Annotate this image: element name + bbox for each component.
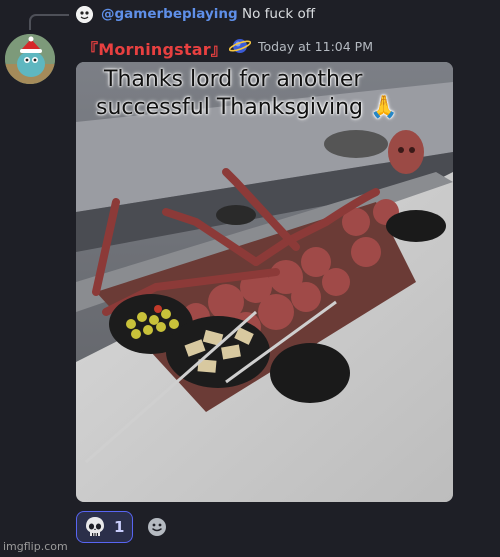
author-avatar[interactable] [5,34,55,84]
reply-username[interactable]: @gamerbeplaying [101,6,238,22]
reaction-skull[interactable]: 1 [76,511,133,543]
caption-line-2: successful Thanksgiving 🙏 [96,95,398,120]
reply-avatar[interactable] [76,6,93,23]
author-username[interactable]: 『Morningstar』 [82,36,227,60]
reply-text: No fuck off [242,6,316,22]
image-caption: Thanks lord for another successful Thank… [76,66,453,122]
image-attachment[interactable]: Thanks lord for another successful Thank… [76,62,453,502]
reply-connector [29,14,69,30]
skull-icon [86,517,104,536]
planet-role-icon [228,36,252,56]
reply-preview[interactable]: @gamerbeplaying No fuck off [0,0,500,30]
smiley-icon [148,518,166,536]
message-timestamp: Today at 11:04 PM [258,39,373,54]
reaction-count: 1 [114,518,125,536]
caption-line-1: Thanks lord for another [104,67,363,92]
add-reaction-button[interactable] [146,516,168,538]
thanksgiving-photo [76,62,453,502]
watermark: imgflip.com [3,540,68,553]
